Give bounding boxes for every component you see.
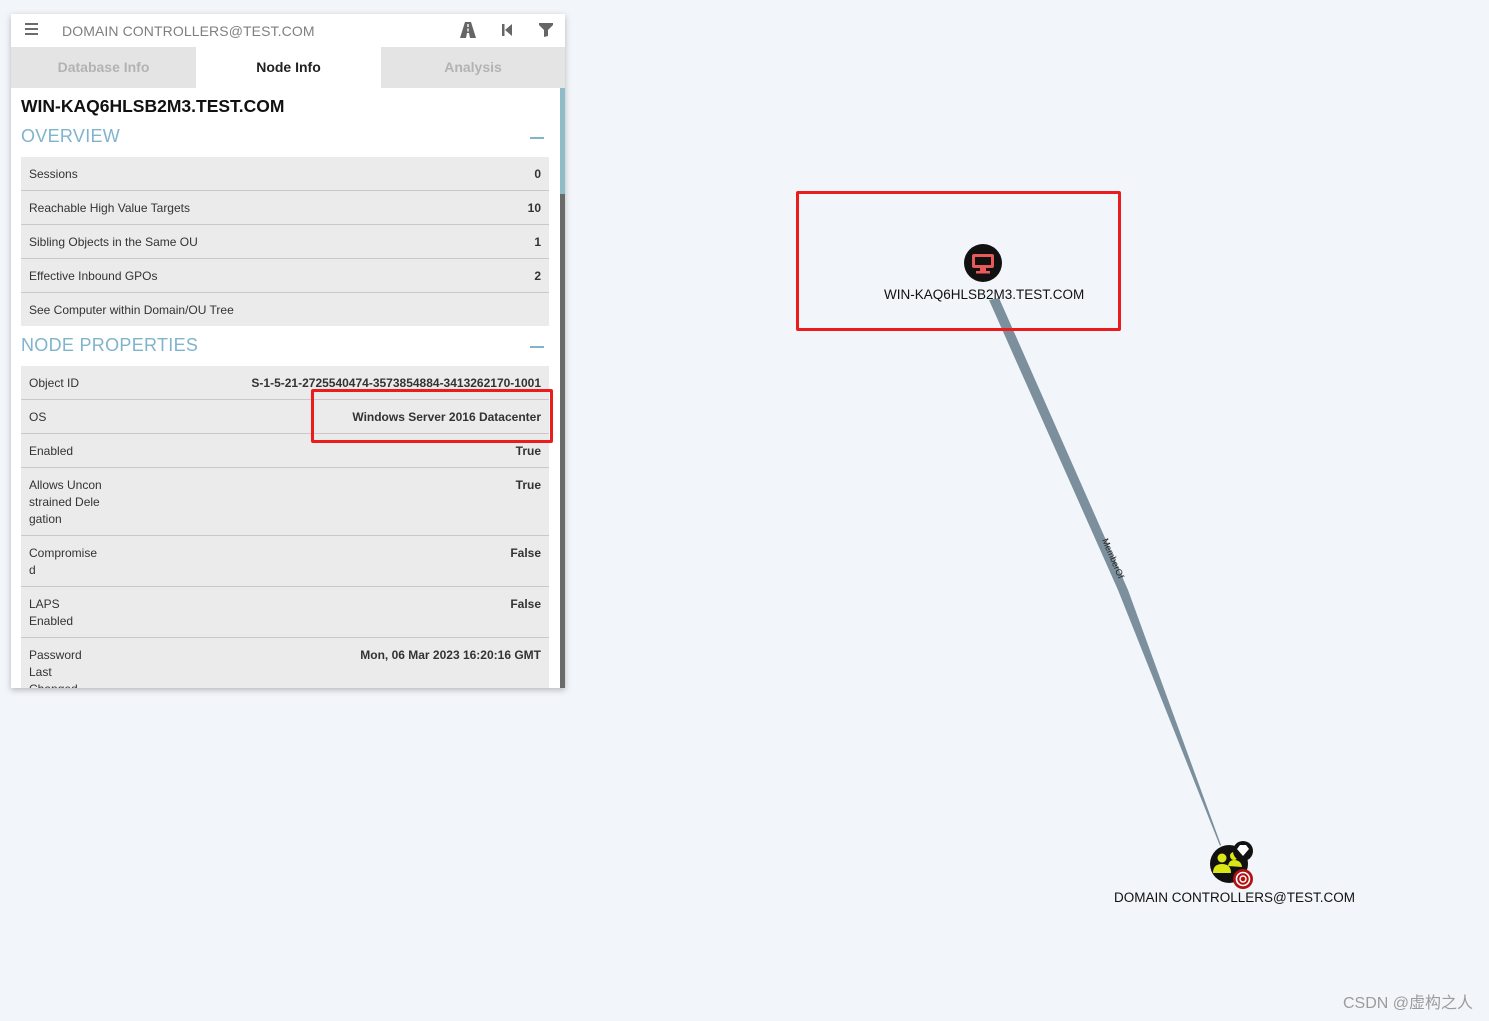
row-value: Mon, 06 Mar 2023 16:20:16 GMT bbox=[360, 648, 541, 662]
filter-icon[interactable] bbox=[537, 22, 555, 38]
collapse-icon[interactable] bbox=[530, 346, 544, 348]
node-properties-heading: NODE PROPERTIES bbox=[21, 335, 199, 355]
tab-analysis[interactable]: Analysis bbox=[381, 47, 565, 88]
watermark: CSDN @虚构之人 bbox=[1342, 995, 1473, 1012]
memberof-edge[interactable] bbox=[989, 298, 1221, 846]
row-value: False bbox=[510, 546, 541, 560]
row-label: Allows Unconstrained Delegation bbox=[29, 478, 102, 526]
overview-row-sibling-objects[interactable]: Sibling Objects in the Same OU 1 bbox=[21, 225, 549, 259]
group-node[interactable] bbox=[1210, 841, 1253, 889]
info-panel: DOMAIN CONTROLLERS@TEST.COM Database Inf… bbox=[11, 14, 565, 688]
overview-row-reachable-hvt[interactable]: Reachable High Value Targets 10 bbox=[21, 191, 549, 225]
property-row-compromised: Compromised False bbox=[21, 536, 549, 587]
node-title: WIN-KAQ6HLSB2M3.TEST.COM bbox=[21, 96, 285, 116]
tab-database-info[interactable]: Database Info bbox=[11, 47, 196, 88]
pathfinding-icon[interactable] bbox=[459, 22, 477, 38]
search-bar: DOMAIN CONTROLLERS@TEST.COM bbox=[11, 14, 565, 47]
collapse-icon[interactable] bbox=[530, 137, 544, 139]
row-label: Sessions bbox=[29, 167, 78, 181]
highlight-box-os-value bbox=[311, 389, 553, 443]
overview-heading: OVERVIEW bbox=[21, 126, 121, 146]
node-info-content[interactable]: WIN-KAQ6HLSB2M3.TEST.COM OVERVIEW Sessio… bbox=[21, 88, 559, 688]
row-value: 1 bbox=[534, 235, 541, 249]
row-value: 0 bbox=[534, 167, 541, 181]
back-icon[interactable] bbox=[499, 22, 517, 38]
row-label: Password Last Changed bbox=[29, 648, 82, 688]
target-icon bbox=[1233, 869, 1253, 889]
row-label: Object ID bbox=[29, 376, 80, 390]
row-value: 2 bbox=[534, 269, 541, 283]
row-value: True bbox=[515, 478, 541, 492]
highlight-box-computer-node bbox=[796, 191, 1121, 331]
row-label: OS bbox=[29, 410, 47, 424]
overview-row-inbound-gpos[interactable]: Effective Inbound GPOs 2 bbox=[21, 259, 549, 293]
menu-icon[interactable] bbox=[25, 23, 38, 37]
overview-row-domain-tree[interactable]: See Computer within Domain/OU Tree bbox=[21, 293, 549, 326]
row-label: Effective Inbound GPOs bbox=[29, 269, 158, 283]
high-value-diamond-icon bbox=[1233, 841, 1253, 861]
overview-header[interactable]: OVERVIEW bbox=[21, 126, 549, 148]
row-label: Compromised bbox=[29, 546, 98, 577]
row-value: 10 bbox=[527, 201, 541, 215]
property-row-password-last-changed: Password Last Changed Mon, 06 Mar 2023 1… bbox=[21, 638, 549, 688]
row-label: Sibling Objects in the Same OU bbox=[29, 235, 198, 249]
tab-bar: Database Info Node Info Analysis bbox=[11, 47, 565, 88]
row-label: Enabled bbox=[29, 444, 74, 458]
row-label: Reachable High Value Targets bbox=[29, 201, 190, 215]
row-label: See Computer within Domain/OU Tree bbox=[29, 303, 234, 317]
row-value: True bbox=[515, 444, 541, 458]
row-value: False bbox=[510, 597, 541, 611]
node-properties-header[interactable]: NODE PROPERTIES bbox=[21, 335, 549, 357]
row-label: LAPS Enabled bbox=[29, 597, 74, 628]
group-node-label: DOMAIN CONTROLLERS@TEST.COM bbox=[1114, 890, 1355, 905]
scrollbar-thumb[interactable] bbox=[560, 88, 565, 194]
tab-node-info[interactable]: Node Info bbox=[196, 47, 381, 88]
property-row-laps-enabled: LAPS Enabled False bbox=[21, 587, 549, 638]
property-row-unconstrained-delegation: Allows Unconstrained Delegation True bbox=[21, 468, 549, 536]
search-input[interactable]: DOMAIN CONTROLLERS@TEST.COM bbox=[62, 23, 315, 39]
overview-row-sessions[interactable]: Sessions 0 bbox=[21, 157, 549, 191]
